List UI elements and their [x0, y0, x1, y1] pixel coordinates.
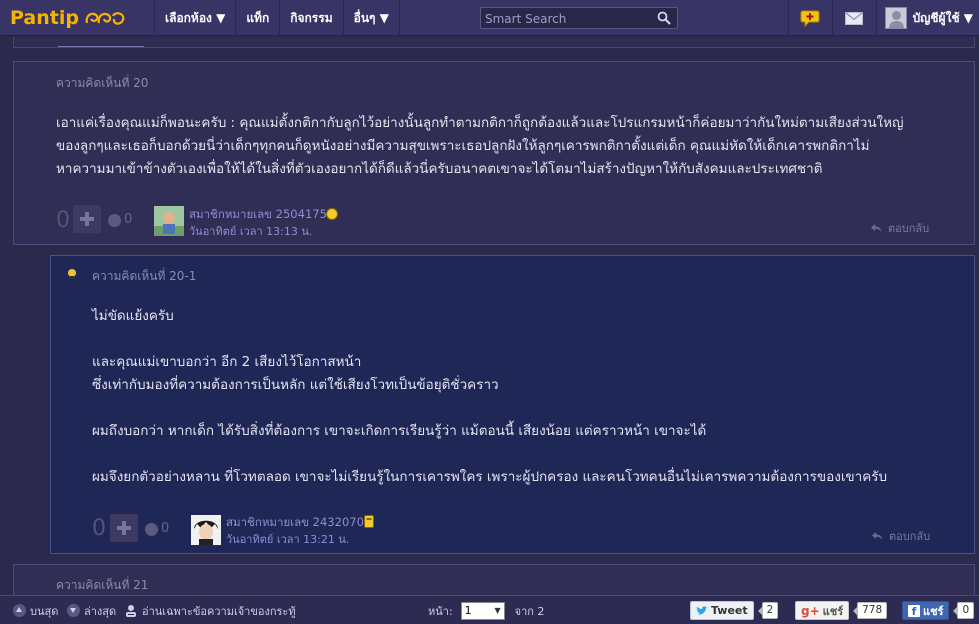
member-badge-icon: [364, 515, 374, 528]
member-badge-icon: [326, 208, 338, 220]
vote-count: 0: [92, 516, 106, 541]
scroll-bottom-button[interactable]: ล่างสุด: [67, 596, 116, 624]
account-menu[interactable]: บัญชีผู้ใช้ ▼: [875, 0, 979, 36]
tweet-count: 2: [757, 602, 779, 619]
nav-tags[interactable]: แท็ก: [235, 0, 279, 36]
reply-card: ความคิดเห็นที่ 20-1 ไม่ขัดแย้งครับ และคุ…: [50, 255, 975, 554]
tweet-label[interactable]: Tweet: [711, 604, 748, 617]
user-avatar[interactable]: [884, 7, 907, 29]
owner-only-toggle[interactable]: อ่านเฉพาะข้อความเจ้าของกระทู้: [124, 596, 296, 624]
top-navbar: Pantip เลือกห้อง ▼ แท็ก กิจกรรม อื่นๆ ▼: [0, 0, 979, 36]
owner-only-label[interactable]: อ่านเฉพาะข้อความเจ้าของกระทู้: [142, 602, 296, 620]
facebook-share: f แชร์ 0: [902, 596, 975, 624]
bottom-toolbar: บนสุด ล่างสุด อ่านเฉพาะข้อความเจ้าของกระ…: [0, 595, 979, 624]
arrow-down-icon: [67, 604, 80, 617]
comment-body: เอาแค่เรื่องคุณแม่ก็พอนะครับ : คุณแม่ตั้…: [56, 115, 904, 177]
nav-choose-room[interactable]: เลือกห้อง ▼: [154, 0, 235, 36]
gplus-icon: g+: [801, 603, 820, 618]
reply-label[interactable]: ตอบกลับ: [889, 527, 930, 545]
brand-name[interactable]: Pantip: [10, 7, 79, 29]
page-select[interactable]: 1: [460, 601, 505, 620]
comment-lead: ไม่ขัดแย้งครับ: [92, 308, 174, 324]
previous-comment-edge: [13, 37, 975, 48]
comment-card: ความคิดเห็นที่ 20 เอาแค่เรื่องคุณแม่ก็พอ…: [13, 61, 975, 245]
reply-arrow-icon: [872, 532, 883, 540]
gplus-count: 778: [853, 602, 888, 619]
comment-number: ความคิดเห็นที่ 21: [56, 578, 149, 592]
main-nav: เลือกห้อง ▼ แท็ก กิจกรรม อื่นๆ ▼: [154, 0, 400, 36]
facebook-icon: f: [908, 604, 920, 618]
scroll-bottom-label[interactable]: ล่างสุด: [84, 602, 116, 620]
reply-label[interactable]: ตอบกลับ: [888, 219, 929, 237]
pantip-logo[interactable]: Pantip: [10, 4, 127, 32]
vote-count: 0: [56, 208, 70, 233]
member-avatar[interactable]: [154, 206, 184, 236]
comment-body: และคุณแม่เขาบอกว่า อีก 2 เสียงไว้โอกาสหน…: [92, 354, 888, 485]
member-avatar[interactable]: [191, 515, 221, 545]
reply-button[interactable]: ตอบกลับ: [870, 219, 929, 237]
plus-vote-button[interactable]: [110, 514, 138, 542]
facebook-count: 0: [953, 602, 975, 619]
new-topic-button[interactable]: [787, 0, 832, 36]
scroll-top-button[interactable]: บนสุด: [13, 596, 58, 624]
pagination: หน้า: 1 จาก 2: [428, 596, 544, 624]
nav-more[interactable]: อื่นๆ ▼: [342, 0, 400, 36]
post-time: วันอาทิตย์ เวลา 13:13 น.: [189, 225, 313, 238]
page-label: หน้า:: [428, 604, 453, 618]
nav-activities[interactable]: กิจกรรม: [279, 0, 342, 36]
divider: [58, 46, 144, 47]
account-label[interactable]: บัญชีผู้ใช้ ▼: [913, 9, 973, 28]
arrow-up-icon: [13, 604, 26, 617]
reply-arrow-icon: [871, 224, 882, 232]
search-box: [480, 7, 678, 29]
emotion-icon[interactable]: [145, 523, 158, 536]
poster-mascot-icon: [68, 269, 76, 279]
emotion-count: 0: [161, 521, 170, 536]
speech-plus-icon: [800, 10, 820, 27]
envelope-icon: [845, 11, 864, 25]
comment-number: ความคิดเห็นที่ 20-1: [92, 269, 197, 283]
twitter-bird-icon: [696, 605, 708, 615]
gplus-label[interactable]: แชร์: [823, 602, 843, 620]
facebook-label[interactable]: แชร์: [923, 602, 943, 620]
comment-number: ความคิดเห็นที่ 20: [56, 76, 149, 90]
gplus-share: g+ แชร์ 778: [795, 596, 888, 624]
owner-filter-icon: [126, 604, 136, 617]
topbar-right: บัญชีผู้ใช้ ▼: [787, 0, 979, 36]
emotion-icon[interactable]: [108, 214, 121, 227]
scroll-top-label[interactable]: บนสุด: [30, 602, 58, 620]
emotion-count: 0: [124, 212, 133, 227]
messages-button[interactable]: [831, 0, 876, 36]
search-input[interactable]: [481, 9, 651, 29]
tweet-button[interactable]: Tweet: [690, 601, 754, 620]
tweet-share: Tweet 2: [690, 596, 779, 624]
page-total: จาก 2: [514, 604, 545, 618]
reply-button[interactable]: ตอบกลับ: [871, 527, 930, 545]
facebook-share-button[interactable]: f แชร์: [902, 601, 950, 620]
logo-glyph-icon: [85, 12, 125, 25]
search-icon[interactable]: [657, 11, 671, 25]
plus-vote-button[interactable]: [73, 205, 101, 233]
post-time: วันอาทิตย์ เวลา 13:21 น.: [226, 533, 350, 546]
gplus-share-button[interactable]: g+ แชร์: [795, 601, 850, 620]
